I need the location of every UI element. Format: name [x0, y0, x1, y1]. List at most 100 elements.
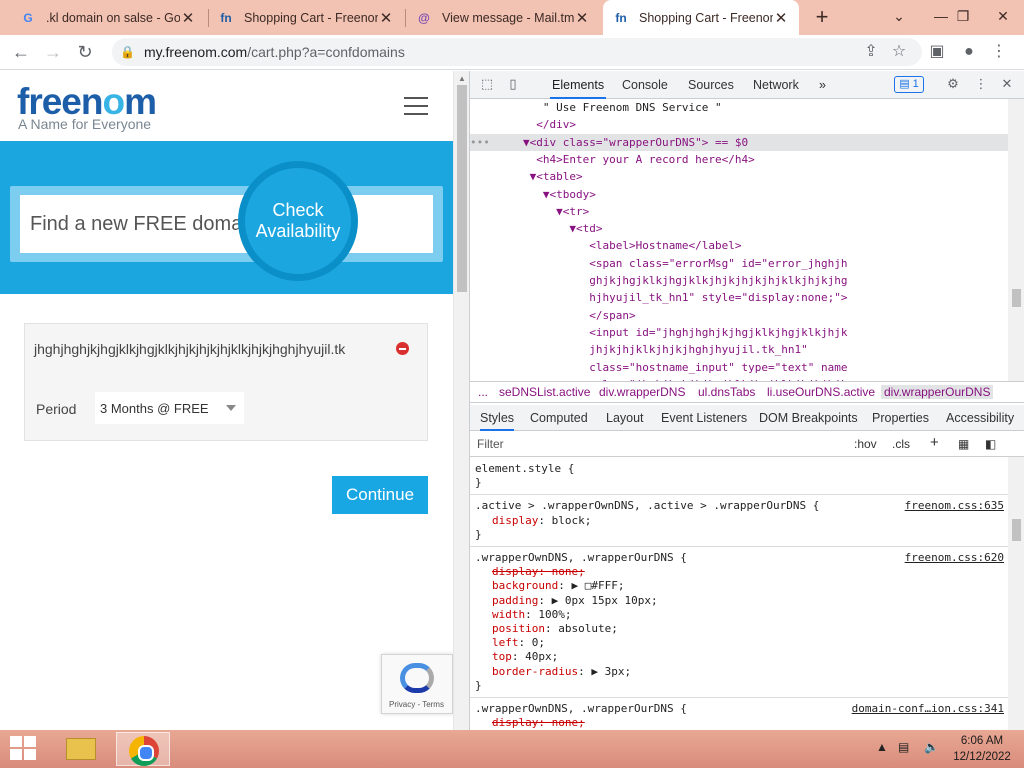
browser-tab[interactable]: fn Shopping Cart - Freenom ✕ — [208, 0, 404, 35]
close-tab-icon[interactable]: ✕ — [574, 9, 590, 27]
chrome-taskbar-button[interactable] — [116, 732, 170, 766]
dom-node[interactable]: <input id="jhghjhghjkjhgjklkjhgjklkjhjk — [470, 324, 1010, 341]
close-tab-icon[interactable]: ✕ — [180, 9, 196, 27]
styles-pane[interactable]: element.style {} .active > .wrapperOwnDNS… — [470, 457, 1008, 730]
dom-node[interactable]: <label>Hostname</label> — [470, 237, 1010, 254]
hamburger-menu-icon[interactable] — [404, 97, 428, 115]
tab-sources[interactable]: Sources — [688, 71, 734, 99]
issues-badge[interactable]: ▤ 1 — [894, 76, 924, 93]
style-rule[interactable]: .wrapperOwnDNS, .wrapperOurDNS {freenom.… — [470, 548, 1008, 698]
dom-node[interactable]: class="hostname_input" type="text" name — [470, 359, 1010, 376]
dom-node[interactable]: ▼<tr> — [470, 203, 1010, 220]
start-button[interactable] — [10, 736, 38, 762]
close-window-button[interactable]: ✕ — [982, 0, 1024, 35]
style-selector[interactable]: element.style { — [475, 462, 574, 476]
toggle-sidebar-icon[interactable]: ◧ — [985, 437, 996, 451]
tab-search-icon[interactable]: ⌄ — [878, 0, 920, 35]
close-tab-icon[interactable]: ✕ — [378, 9, 394, 27]
subtab-properties[interactable]: Properties — [872, 405, 929, 431]
style-rule[interactable]: element.style {} — [470, 459, 1008, 496]
more-tabs-icon[interactable]: » — [819, 71, 826, 99]
kebab-menu-icon[interactable]: ⋮ — [972, 76, 990, 94]
dom-node[interactable]: " Use Freenom DNS Service " — [470, 99, 1010, 116]
lock-icon[interactable]: 🔒 — [120, 45, 138, 59]
style-property[interactable]: background: ▶ □#FFF; — [492, 579, 624, 593]
page-scrollbar[interactable]: ▲ — [453, 71, 469, 730]
back-button[interactable]: ← — [8, 39, 34, 65]
browser-tab[interactable]: G .kl domain on salse - Goo ✕ — [10, 0, 206, 35]
show-hidden-icons[interactable]: ▲ — [876, 740, 888, 754]
inspect-element-icon[interactable]: ⬚ — [478, 76, 496, 94]
device-toolbar-icon[interactable]: ▯ — [504, 76, 522, 94]
style-source-link[interactable]: domain-conf…ion.css:341 — [852, 702, 1004, 716]
dom-node[interactable]: hjhyujil_tk_hn1" style="display:none;"> — [470, 289, 1010, 306]
side-panel-icon[interactable]: ▣ — [924, 39, 950, 65]
dom-node[interactable]: </span> — [470, 307, 1010, 324]
browser-tab[interactable]: @ View message - Mail.tm ✕ — [406, 0, 600, 35]
breadcrumb-item[interactable]: seDNSList.active — [499, 385, 590, 399]
style-property[interactable]: display: none; — [492, 565, 585, 579]
system-clock[interactable]: 6:06 AM 12/12/2022 — [952, 733, 1012, 765]
period-select[interactable]: 3 Months @ FREE — [95, 392, 244, 424]
breadcrumb-item[interactable]: ul.dnsTabs — [698, 385, 755, 399]
subtab-event-listeners[interactable]: Event Listeners — [661, 405, 747, 431]
style-selector[interactable]: .wrapperOwnDNS, .wrapperOurDNS { — [475, 702, 687, 716]
dom-tree[interactable]: " Use Freenom DNS Service " </div> ••• ▼<… — [470, 99, 1024, 381]
filter-input[interactable]: Filter — [477, 437, 504, 451]
dom-node[interactable]: <h4>Enter your A record here</h4> — [470, 151, 1010, 168]
share-icon[interactable]: ⇪ — [858, 39, 884, 65]
breadcrumb-item[interactable]: ... — [478, 385, 488, 399]
tab-elements[interactable]: Elements — [550, 71, 607, 99]
close-tab-icon[interactable]: ✕ — [773, 9, 789, 27]
dom-scrollbar[interactable] — [1008, 99, 1024, 381]
subtab-dom-breakpoints[interactable]: DOM Breakpoints — [759, 405, 858, 431]
style-property[interactable]: left: 0; — [492, 636, 545, 650]
dom-node-selected[interactable]: ••• ▼<div class="wrapperOurDNS"> == $0 — [470, 133, 1010, 151]
breadcrumb-item-selected[interactable]: div.wrapperOurDNS — [881, 385, 994, 399]
style-property[interactable]: border-radius: ▶ 3px; — [492, 665, 631, 679]
tab-console[interactable]: Console — [622, 71, 668, 99]
style-selector[interactable]: .active > .wrapperOwnDNS, .active > .wra… — [475, 499, 819, 513]
bookmark-star-icon[interactable]: ☆ — [886, 39, 912, 65]
scrollbar-thumb[interactable] — [457, 85, 467, 292]
restore-button[interactable]: ❐ — [942, 0, 984, 35]
chrome-menu-icon[interactable]: ⋮ — [986, 39, 1012, 65]
style-selector[interactable]: .wrapperOwnDNS, .wrapperOurDNS { — [475, 551, 687, 565]
check-availability-button[interactable]: Check Availability — [238, 161, 358, 281]
computed-styles-icon[interactable]: ▦ — [958, 437, 969, 451]
new-tab-button[interactable]: + — [808, 4, 836, 32]
breadcrumb-item[interactable]: div.wrapperDNS — [599, 385, 685, 399]
breadcrumb-item[interactable]: li.useOurDNS.active — [767, 385, 875, 399]
cls-toggle[interactable]: .cls — [892, 437, 910, 451]
forward-button[interactable]: → — [40, 39, 66, 65]
dom-node[interactable]: <span class="errorMsg" id="error_jhghjh — [470, 255, 1010, 272]
style-property[interactable]: display: none; — [492, 716, 585, 730]
tab-network[interactable]: Network — [753, 71, 799, 99]
dom-node[interactable]: </div> — [470, 116, 1010, 133]
domain-search-input[interactable]: Find a new FREE domain — [20, 195, 433, 253]
browser-tab-active[interactable]: fn Shopping Cart - Freenom ✕ — [603, 0, 799, 35]
style-property[interactable]: padding: ▶ 0px 15px 10px; — [492, 594, 658, 608]
continue-button[interactable]: Continue — [332, 476, 428, 514]
style-property[interactable]: width: 100%; — [492, 608, 571, 622]
close-devtools-icon[interactable]: ✕ — [998, 76, 1016, 94]
subtab-layout[interactable]: Layout — [606, 405, 644, 431]
style-property[interactable]: top: 40px; — [492, 650, 558, 664]
dom-node[interactable]: ghjkjhgjklkjhgjklkjhjkjhjkjhjklkjhjkjhg — [470, 272, 1010, 289]
volume-icon[interactable]: 🔈 — [924, 740, 939, 754]
style-property[interactable]: display: block; — [492, 514, 591, 528]
style-rule[interactable]: .active > .wrapperOwnDNS, .active > .wra… — [470, 496, 1008, 547]
address-bar[interactable]: 🔒 my.freenom.com/cart.php?a=confdomains — [112, 38, 922, 66]
reload-button[interactable]: ↻ — [72, 39, 98, 65]
gear-icon[interactable]: ⚙ — [944, 76, 962, 94]
subtab-computed[interactable]: Computed — [530, 405, 588, 431]
style-source-link[interactable]: freenom.css:635 — [905, 499, 1004, 513]
profile-avatar[interactable]: ● — [956, 39, 982, 65]
subtab-styles[interactable]: Styles — [480, 405, 515, 431]
subtab-accessibility[interactable]: Accessibility — [946, 405, 1014, 431]
dom-node[interactable]: ▼<tbody> — [470, 186, 1010, 203]
dom-node[interactable]: ▼<table> — [470, 168, 1010, 185]
style-rule[interactable]: .wrapperOwnDNS, .wrapperOurDNS { domain-c… — [470, 699, 1008, 730]
dom-node[interactable]: ▼<td> — [470, 220, 1010, 237]
remove-domain-icon[interactable] — [396, 342, 409, 355]
